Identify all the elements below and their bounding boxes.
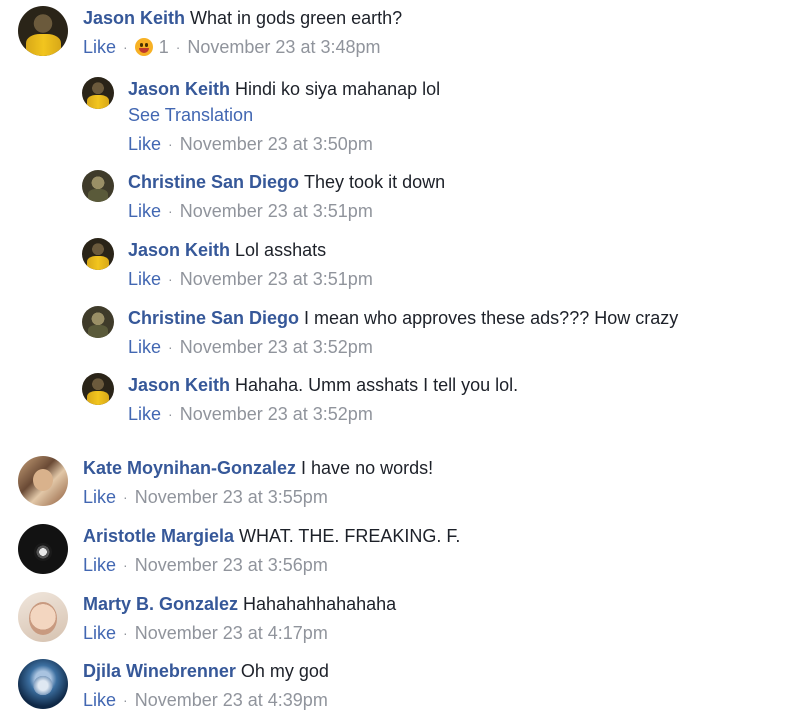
like-link[interactable]: Like — [83, 485, 116, 509]
reaction-count[interactable]: 1 — [159, 35, 169, 59]
comment-text: Hahahahhahahaha — [243, 594, 397, 614]
comment-timestamp[interactable]: November 23 at 3:52pm — [180, 335, 373, 359]
reply-comment: Christine San Diego They took it down Lik… — [82, 170, 445, 223]
comment-author-link[interactable]: Kate Moynihan-Gonzalez — [83, 458, 296, 478]
comment-text: What in gods green earth? — [190, 8, 403, 28]
comment: Marty B. Gonzalez Hahahahhahahaha Like · … — [18, 592, 396, 645]
comment-timestamp[interactable]: November 23 at 3:48pm — [187, 35, 380, 59]
comment: Aristotle Margiela WHAT. THE. FREAKING. F… — [18, 524, 460, 577]
avatar[interactable] — [18, 659, 68, 709]
separator: · — [123, 625, 128, 641]
comment-timestamp[interactable]: November 23 at 3:51pm — [180, 267, 373, 291]
separator: · — [168, 203, 173, 219]
like-link[interactable]: Like — [83, 35, 116, 59]
see-translation-link[interactable]: See Translation — [128, 103, 440, 127]
comment-author-link[interactable]: Jason Keith — [83, 8, 185, 28]
reply-comment: Christine San Diego I mean who approves t… — [82, 306, 678, 359]
reply-comment: Jason Keith Hindi ko siya mahanap lol See… — [82, 77, 440, 156]
avatar[interactable] — [18, 6, 68, 56]
comment-timestamp[interactable]: November 23 at 4:39pm — [135, 688, 328, 712]
comment-author-link[interactable]: Djila Winebrenner — [83, 661, 236, 681]
comment-author-link[interactable]: Christine San Diego — [128, 172, 299, 192]
avatar[interactable] — [82, 306, 114, 338]
comment-author-link[interactable]: Aristotle Margiela — [83, 526, 234, 546]
comment-author-link[interactable]: Jason Keith — [128, 79, 230, 99]
comment: Jason Keith What in gods green earth? Lik… — [18, 6, 402, 59]
like-link[interactable]: Like — [83, 688, 116, 712]
comment-text: I mean who approves these ads??? How cra… — [304, 308, 679, 328]
comment: Djila Winebrenner Oh my god Like · Novemb… — [18, 659, 329, 712]
comment-text: WHAT. THE. FREAKING. F. — [239, 526, 461, 546]
like-link[interactable]: Like — [128, 402, 161, 426]
comment: Kate Moynihan-Gonzalez I have no words! L… — [18, 456, 433, 509]
avatar[interactable] — [82, 373, 114, 405]
comment-timestamp[interactable]: November 23 at 3:56pm — [135, 553, 328, 577]
like-link[interactable]: Like — [128, 199, 161, 223]
comment-text: Hahaha. Umm asshats I tell you lol. — [235, 375, 519, 395]
comment-text: Hindi ko siya mahanap lol — [235, 79, 441, 99]
like-link[interactable]: Like — [128, 267, 161, 291]
like-link[interactable]: Like — [83, 621, 116, 645]
comment-timestamp[interactable]: November 23 at 4:17pm — [135, 621, 328, 645]
comment-text: They took it down — [304, 172, 446, 192]
reply-comment: Jason Keith Lol asshats Like · November 2… — [82, 238, 373, 291]
comment-author-link[interactable]: Marty B. Gonzalez — [83, 594, 238, 614]
comment-timestamp[interactable]: November 23 at 3:55pm — [135, 485, 328, 509]
comment-timestamp[interactable]: November 23 at 3:51pm — [180, 199, 373, 223]
like-link[interactable]: Like — [128, 335, 161, 359]
avatar[interactable] — [82, 77, 114, 109]
reply-comment: Jason Keith Hahaha. Umm asshats I tell yo… — [82, 373, 518, 426]
separator: · — [168, 136, 173, 152]
separator: · — [123, 39, 128, 55]
comment-timestamp[interactable]: November 23 at 3:52pm — [180, 402, 373, 426]
comment-text: Lol asshats — [235, 240, 327, 260]
comment-text: I have no words! — [301, 458, 434, 478]
separator: · — [168, 406, 173, 422]
separator: · — [123, 692, 128, 708]
separator: · — [175, 39, 181, 55]
like-link[interactable]: Like — [83, 553, 116, 577]
comment-text: Oh my god — [240, 661, 329, 681]
avatar[interactable] — [18, 592, 68, 642]
avatar[interactable] — [18, 524, 68, 574]
avatar[interactable] — [18, 456, 68, 506]
separator: · — [123, 557, 128, 573]
separator: · — [168, 339, 173, 355]
avatar[interactable] — [82, 238, 114, 270]
comment-timestamp[interactable]: November 23 at 3:50pm — [180, 132, 373, 156]
haha-reaction-icon[interactable] — [134, 38, 153, 56]
comment-author-link[interactable]: Jason Keith — [128, 240, 230, 260]
comment-author-link[interactable]: Christine San Diego — [128, 308, 299, 328]
like-link[interactable]: Like — [128, 132, 161, 156]
separator: · — [123, 489, 128, 505]
separator: · — [168, 271, 173, 287]
avatar[interactable] — [82, 170, 114, 202]
comment-author-link[interactable]: Jason Keith — [128, 375, 230, 395]
